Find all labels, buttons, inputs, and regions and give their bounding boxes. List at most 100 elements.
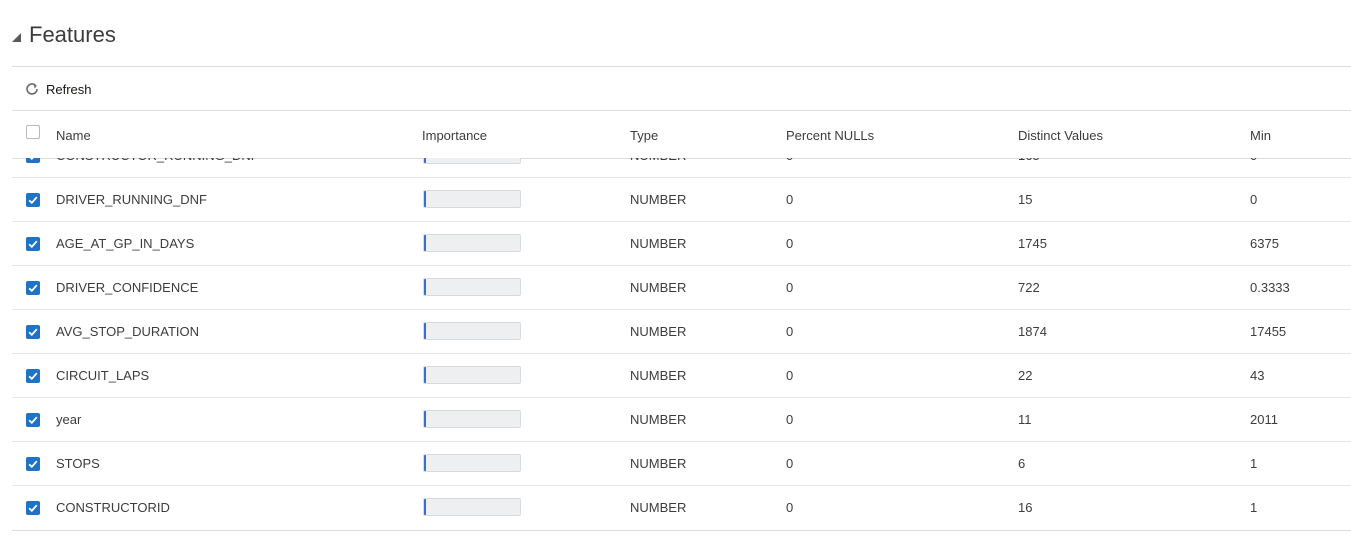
importance-bar bbox=[423, 234, 521, 252]
importance-bar-fill bbox=[424, 158, 426, 163]
divider bbox=[12, 66, 1351, 67]
cell-name: CONSTRUCTORID bbox=[56, 500, 170, 515]
cell-min: 0.3333 bbox=[1250, 280, 1290, 295]
importance-bar-fill bbox=[424, 411, 426, 427]
column-header-distinct-values[interactable]: Distinct Values bbox=[1018, 128, 1103, 143]
cell-distinct-values: 165 bbox=[1018, 158, 1040, 163]
cell-min: 0 bbox=[1250, 158, 1257, 163]
cell-type: NUMBER bbox=[630, 236, 687, 251]
importance-bar bbox=[423, 410, 521, 428]
cell-distinct-values: 1874 bbox=[1018, 324, 1047, 339]
cell-distinct-values: 22 bbox=[1018, 368, 1033, 383]
cell-name: DRIVER_RUNNING_DNF bbox=[56, 192, 207, 207]
importance-bar bbox=[423, 366, 521, 384]
table-row[interactable]: CONSTRUCTORID NUMBER 0 16 1 bbox=[12, 486, 1351, 527]
importance-bar-fill bbox=[424, 235, 426, 251]
checkmark-icon bbox=[26, 158, 40, 163]
cell-distinct-values: 6 bbox=[1018, 456, 1026, 471]
cell-percent-nulls: 0 bbox=[786, 192, 794, 207]
table-row[interactable]: CIRCUIT_LAPS NUMBER 0 22 43 bbox=[12, 354, 1351, 398]
table-footer-divider bbox=[12, 530, 1351, 531]
cell-name: AVG_STOP_DURATION bbox=[56, 324, 200, 339]
select-all-checkbox[interactable] bbox=[26, 125, 40, 139]
cell-name: CONSTRUCTOR_RUNNING_DNF bbox=[56, 158, 259, 163]
cell-type: NUMBER bbox=[630, 500, 687, 515]
row-checkbox[interactable] bbox=[26, 501, 40, 515]
cell-distinct-values: 16 bbox=[1018, 500, 1033, 515]
importance-bar bbox=[423, 190, 521, 208]
row-checkbox[interactable] bbox=[26, 413, 40, 427]
cell-min: 0 bbox=[1250, 192, 1258, 207]
checkmark-icon bbox=[26, 325, 40, 339]
table-row[interactable]: AGE_AT_GP_IN_DAYS NUMBER 0 1745 6375 bbox=[12, 222, 1351, 266]
cell-percent-nulls: 0 bbox=[786, 236, 794, 251]
checkmark-icon bbox=[26, 413, 40, 427]
table-row[interactable]: DRIVER_CONFIDENCE NUMBER 0 722 0.3333 bbox=[12, 266, 1351, 310]
column-header-name[interactable]: Name bbox=[56, 128, 91, 143]
cell-type: NUMBER bbox=[630, 324, 687, 339]
checkmark-icon bbox=[26, 457, 40, 471]
importance-bar-fill bbox=[424, 191, 426, 207]
cell-min: 1 bbox=[1250, 456, 1258, 471]
cell-min: 17455 bbox=[1250, 324, 1287, 339]
row-checkbox[interactable] bbox=[26, 237, 40, 251]
importance-bar-fill bbox=[424, 367, 426, 383]
cell-name: AGE_AT_GP_IN_DAYS bbox=[56, 236, 195, 251]
cell-percent-nulls: 0 bbox=[786, 456, 794, 471]
table-body[interactable]: CONSTRUCTOR_RUNNING_DNFNUMBER01650DRIVER… bbox=[12, 158, 1351, 527]
cell-percent-nulls: 0 bbox=[786, 324, 794, 339]
section-title: Features bbox=[29, 22, 116, 47]
row-checkbox[interactable] bbox=[26, 369, 40, 383]
cell-min: 6375 bbox=[1250, 236, 1279, 251]
cell-name: STOPS bbox=[56, 456, 100, 471]
cell-distinct-values: 15 bbox=[1018, 192, 1033, 207]
checkmark-icon bbox=[26, 237, 40, 251]
cell-type: NUMBER bbox=[630, 412, 687, 427]
column-header-min[interactable]: Min bbox=[1250, 128, 1271, 143]
importance-bar-fill bbox=[424, 323, 426, 339]
collapse-triangle-icon bbox=[12, 32, 21, 42]
row-checkbox[interactable] bbox=[26, 158, 40, 163]
cell-percent-nulls: 0 bbox=[786, 500, 794, 515]
checkmark-icon bbox=[26, 281, 40, 295]
cell-percent-nulls: 0 bbox=[786, 368, 794, 383]
cell-min: 43 bbox=[1250, 368, 1265, 383]
cell-percent-nulls: 0 bbox=[786, 280, 794, 295]
table-row[interactable]: DRIVER_RUNNING_DNF NUMBER 0 15 0 bbox=[12, 178, 1351, 222]
importance-bar-fill bbox=[424, 499, 426, 515]
cell-min: 1 bbox=[1250, 500, 1258, 515]
table-header: Name Importance Type Percent NULLs Disti… bbox=[12, 112, 1351, 158]
features-section-toggle[interactable]: Features bbox=[12, 20, 116, 50]
importance-bar bbox=[423, 322, 521, 340]
cell-distinct-values: 722 bbox=[1018, 280, 1040, 295]
cell-type: NUMBER bbox=[630, 368, 687, 383]
column-header-percent-nulls[interactable]: Percent NULLs bbox=[786, 128, 874, 143]
refresh-icon bbox=[26, 83, 38, 95]
cell-type: NUMBER bbox=[630, 158, 686, 163]
table-row[interactable]: CONSTRUCTOR_RUNNING_DNF NUMBER 0 165 0 bbox=[12, 158, 1351, 178]
table-row[interactable]: AVG_STOP_DURATION NUMBER 0 1874 17455 bbox=[12, 310, 1351, 354]
column-header-importance[interactable]: Importance bbox=[422, 128, 487, 143]
cell-name: CIRCUIT_LAPS bbox=[56, 368, 150, 383]
row-checkbox[interactable] bbox=[26, 281, 40, 295]
cell-percent-nulls: 0 bbox=[786, 412, 794, 427]
cell-min: 2011 bbox=[1250, 412, 1278, 427]
refresh-label: Refresh bbox=[46, 81, 92, 97]
checkmark-icon bbox=[26, 369, 40, 383]
table-row[interactable]: STOPS NUMBER 0 6 1 bbox=[12, 442, 1351, 486]
importance-bar bbox=[423, 498, 521, 516]
cell-percent-nulls: 0 bbox=[786, 158, 793, 163]
cell-type: NUMBER bbox=[630, 280, 687, 295]
row-checkbox[interactable] bbox=[26, 325, 40, 339]
divider bbox=[12, 110, 1351, 111]
importance-bar bbox=[423, 454, 521, 472]
refresh-button[interactable]: Refresh bbox=[24, 78, 92, 100]
row-checkbox[interactable] bbox=[26, 193, 40, 207]
cell-type: NUMBER bbox=[630, 192, 687, 207]
column-header-type[interactable]: Type bbox=[630, 128, 658, 143]
cell-name: year bbox=[56, 412, 82, 427]
importance-bar bbox=[423, 158, 521, 164]
table-row[interactable]: year NUMBER 0 11 2011 bbox=[12, 398, 1351, 442]
cell-type: NUMBER bbox=[630, 456, 687, 471]
row-checkbox[interactable] bbox=[26, 457, 40, 471]
